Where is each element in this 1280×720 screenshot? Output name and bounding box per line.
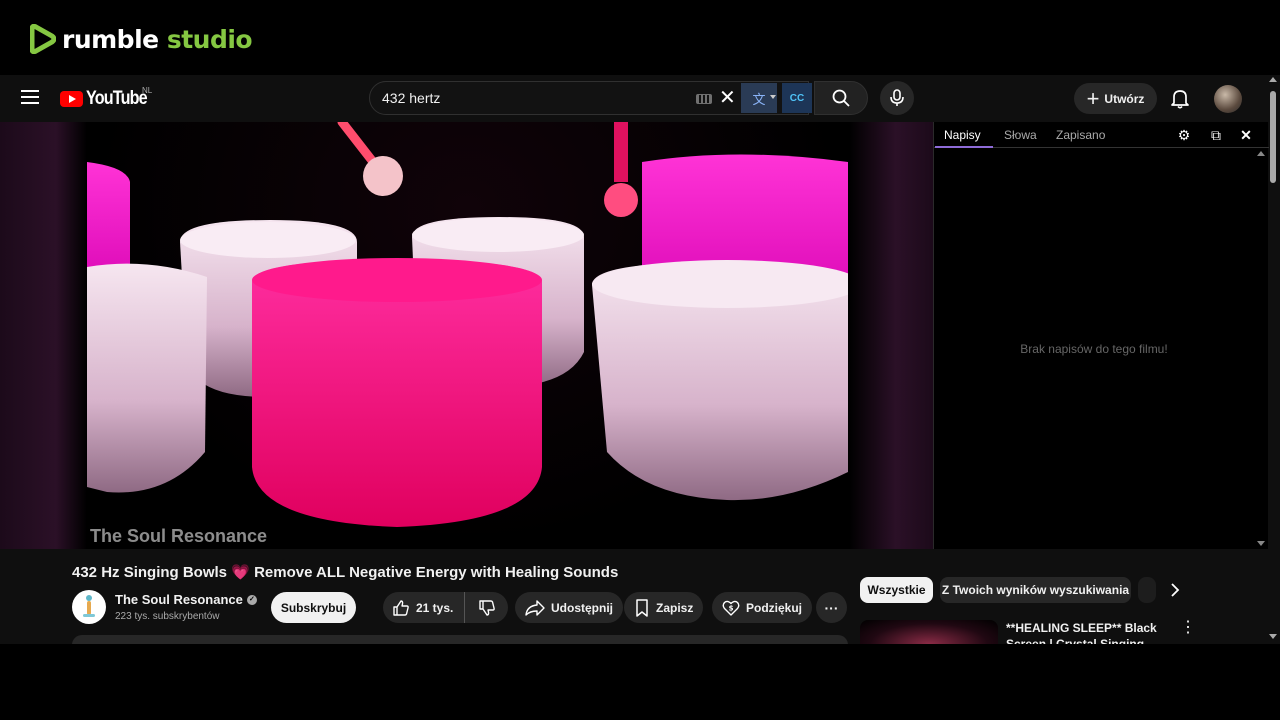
create-button[interactable]: + Utwórz — [1074, 83, 1157, 114]
like-button[interactable]: 21 tys. — [383, 592, 465, 623]
rumble-brand-word: rumble — [62, 24, 159, 54]
transcript-panel: Napisy Słowa Zapisano ⚙ ⧉ ✕ Brak napisów… — [933, 122, 1269, 549]
masthead: YouTube NL ✕ 文 CC + Utwórz — [0, 75, 1268, 122]
scroll-down-arrow-icon[interactable] — [1269, 634, 1277, 639]
country-code: NL — [142, 86, 153, 95]
active-tab-indicator — [935, 146, 993, 148]
svg-text:$: $ — [729, 604, 734, 612]
heart-dollar-icon: $ — [722, 600, 740, 616]
chips-next-button[interactable] — [1163, 577, 1187, 603]
youtube-play-icon — [60, 91, 83, 107]
kebab-menu-icon[interactable]: ⋮ — [1180, 620, 1196, 637]
chip-all[interactable]: Wszystkie — [860, 577, 933, 603]
tab-napisy[interactable]: Napisy — [944, 128, 981, 142]
thumbs-up-icon — [393, 599, 409, 616]
caption-search-icon[interactable]: CC — [782, 83, 812, 113]
youtube-app: YouTube NL ✕ 文 CC + Utwórz — [0, 75, 1280, 644]
voice-search-button[interactable] — [880, 81, 914, 115]
thanks-button[interactable]: $ Podziękuj — [712, 592, 813, 623]
page-scrollbar-thumb[interactable] — [1270, 91, 1276, 183]
studio-brand-word: studio — [166, 24, 253, 54]
search-button[interactable] — [814, 81, 868, 115]
verified-check-icon: ✓ — [246, 594, 257, 605]
search-box: ✕ 文 CC — [369, 81, 812, 115]
rumble-studio-logo[interactable]: rumble studio — [30, 24, 253, 54]
channel-avatar[interactable] — [72, 590, 106, 624]
rumble-play-icon — [30, 24, 56, 54]
microphone-icon — [890, 89, 904, 106]
subscriber-count: 223 tys. subskrybentów — [115, 611, 220, 622]
panel-tabs: Napisy Słowa Zapisano ⚙ ⧉ ✕ — [934, 122, 1269, 148]
bottom-letterbox — [0, 644, 1280, 720]
bookmark-icon — [636, 598, 648, 617]
settings-gear-icon[interactable]: ⚙ — [1176, 127, 1192, 143]
notifications-bell-icon[interactable] — [1168, 86, 1192, 110]
chip-next-partial[interactable] — [1138, 577, 1156, 603]
save-button[interactable]: Zapisz — [624, 592, 704, 623]
scroll-up-arrow-icon[interactable] — [1269, 77, 1277, 82]
share-arrow-icon — [525, 599, 545, 616]
close-icon[interactable]: ✕ — [1238, 127, 1254, 143]
like-count: 21 tys. — [416, 600, 454, 615]
chevron-down-icon[interactable] — [770, 95, 776, 99]
video-player[interactable]: The Soul Resonance — [0, 122, 933, 549]
heart-emoji-icon: 💗 — [231, 564, 250, 581]
meditation-figure-icon — [83, 595, 95, 617]
description-box[interactable] — [72, 635, 848, 644]
video-frame[interactable]: The Soul Resonance — [87, 122, 848, 549]
tab-slowa[interactable]: Słowa — [1004, 128, 1037, 142]
channel-name[interactable]: The Soul Resonance ✓ — [115, 592, 257, 607]
thumbs-down-icon — [479, 599, 495, 616]
tab-zapisano[interactable]: Zapisano — [1056, 128, 1105, 142]
chevron-right-icon — [1171, 583, 1180, 597]
plus-icon: + — [1086, 85, 1100, 111]
clear-search-icon[interactable]: ✕ — [719, 88, 736, 108]
panel-scroll-up-icon[interactable] — [1257, 151, 1265, 156]
like-dislike-group: 21 tys. — [383, 592, 508, 623]
account-avatar[interactable] — [1214, 85, 1242, 113]
no-captions-message: Brak napisów do tego filmu! — [1020, 342, 1168, 356]
chip-from-search-results[interactable]: Z Twoich wyników wyszukiwania — [940, 577, 1131, 603]
panel-scroll-down-icon[interactable] — [1257, 541, 1265, 546]
menu-icon[interactable] — [21, 90, 39, 104]
video-title: 432 Hz Singing Bowls 💗 Remove ALL Negati… — [72, 564, 619, 581]
related-video-title[interactable]: **HEALING SLEEP** Black Screen | Crystal… — [1006, 620, 1171, 644]
rumble-studio-banner: rumble studio — [0, 0, 1280, 75]
keyboard-icon[interactable] — [696, 94, 712, 104]
search-input[interactable] — [382, 82, 682, 114]
more-actions-icon[interactable]: ··· — [816, 592, 847, 623]
singing-bowls-image — [87, 122, 848, 527]
popout-icon[interactable]: ⧉ — [1208, 127, 1224, 143]
share-button[interactable]: Udostępnij — [515, 592, 623, 623]
youtube-logo-text: YouTube — [86, 88, 148, 109]
dislike-button[interactable] — [466, 592, 508, 623]
subscribe-button[interactable]: Subskrybuj — [271, 592, 356, 623]
create-label: Utwórz — [1104, 91, 1145, 106]
search-icon — [832, 89, 850, 107]
video-watermark: The Soul Resonance — [90, 526, 268, 546]
related-video-thumbnail[interactable] — [860, 620, 998, 644]
